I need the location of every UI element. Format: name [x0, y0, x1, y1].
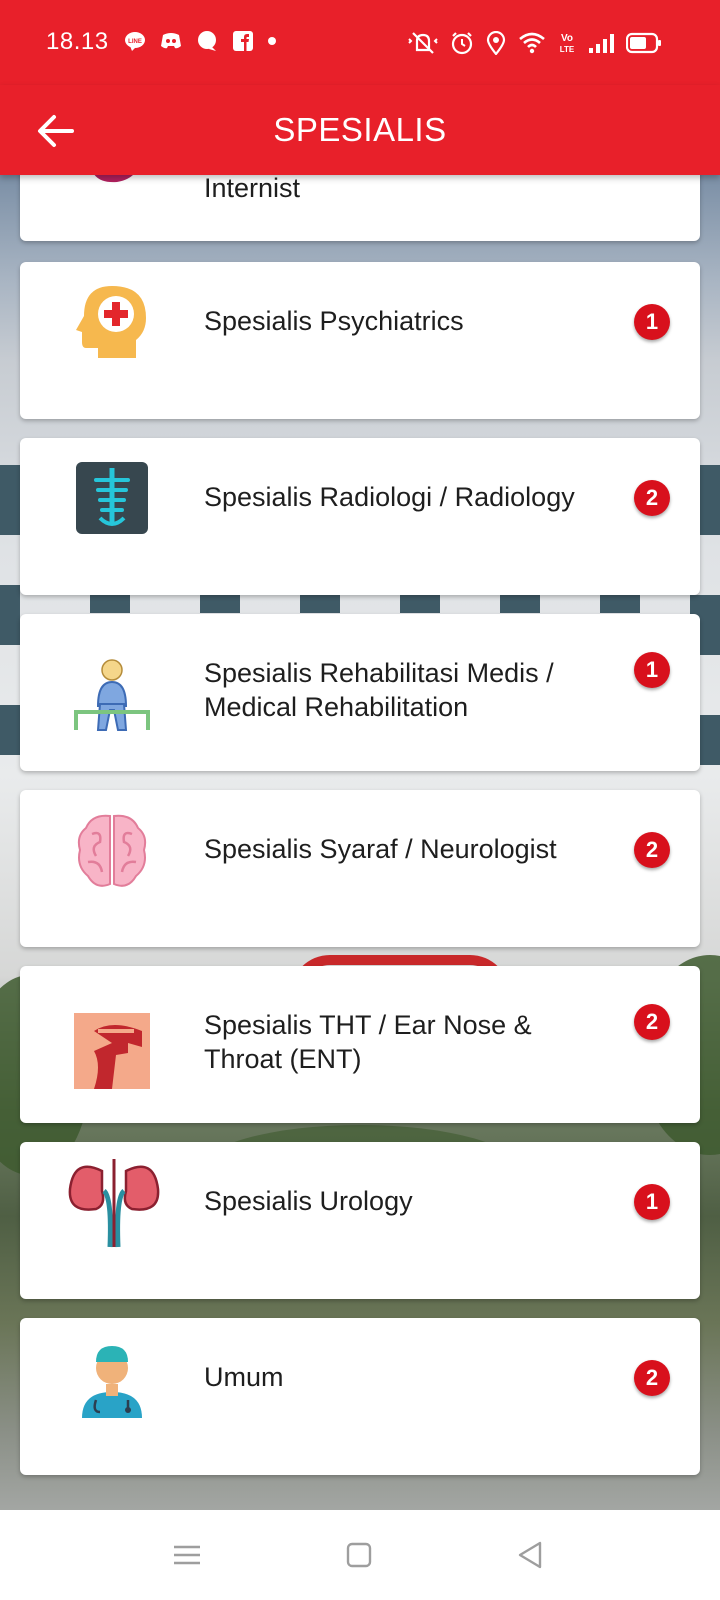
- specialist-label: Spesialis Psychiatrics: [204, 306, 464, 336]
- status-time: 18.13: [46, 28, 109, 55]
- volte-icon: VoLTE: [560, 33, 575, 54]
- home-square-icon[interactable]: [342, 1538, 376, 1572]
- silent-icon: [408, 32, 438, 54]
- app-bar: SPESIALIS: [0, 85, 720, 175]
- discord-icon: [160, 30, 182, 52]
- page-title: SPESIALIS: [273, 111, 447, 148]
- specialist-label: Spesialis Radiologi / Radiology: [204, 482, 575, 512]
- status-bar: 18.13 LINE Vo LTE: [0, 0, 720, 85]
- specialist-label: Spesialis Syaraf / Neurologist: [204, 834, 557, 864]
- specialist-label: Spesialis Urology: [204, 1186, 413, 1216]
- dot-icon: [268, 37, 276, 45]
- wifi-icon: [519, 32, 545, 54]
- specialist-card-ent[interactable]: Spesialis THT / Ear Nose & Throat (ENT) …: [20, 966, 700, 1123]
- specialist-card-neurologist[interactable]: Spesialis Syaraf / Neurologist 2: [20, 790, 700, 947]
- specialist-list[interactable]: Internist Spesialis Psychiatrics 1 Spesi…: [0, 175, 720, 1510]
- facebook-icon: [232, 30, 254, 52]
- specialist-card-radiology[interactable]: Spesialis Radiologi / Radiology 2: [20, 438, 700, 595]
- specialist-card-umum[interactable]: Umum 2: [20, 1318, 700, 1475]
- back-triangle-icon[interactable]: [514, 1538, 548, 1572]
- location-icon: [486, 31, 506, 55]
- person-sitting-icon: [72, 654, 152, 734]
- ent-icon: [72, 1011, 152, 1091]
- specialist-card-psychiatrics[interactable]: Spesialis Psychiatrics 1: [20, 262, 700, 419]
- alarm-icon: [451, 32, 473, 55]
- count-badge: 1: [634, 652, 670, 688]
- specialist-label: Umum: [204, 1362, 284, 1392]
- head-medical-icon: [72, 282, 152, 362]
- count-badge: 2: [634, 1004, 670, 1040]
- count-badge: 2: [634, 1360, 670, 1396]
- brain-icon: [72, 810, 152, 890]
- svg-text:LINE: LINE: [128, 39, 142, 45]
- specialist-card-internist[interactable]: Internist: [20, 175, 700, 241]
- system-navigation-bar: [0, 1510, 720, 1600]
- kidney-partial-icon: [72, 175, 152, 184]
- menu-icon[interactable]: [170, 1538, 204, 1572]
- kidneys-icon: [66, 1157, 162, 1249]
- count-badge: 2: [634, 832, 670, 868]
- chat-icon: [196, 30, 218, 52]
- specialist-label: Spesialis Rehabilitasi Medis / Medical R…: [204, 658, 554, 722]
- specialist-card-rehabilitation[interactable]: Spesialis Rehabilitasi Medis / Medical R…: [20, 614, 700, 771]
- xray-icon: [72, 458, 152, 538]
- count-badge: 1: [634, 304, 670, 340]
- count-badge: 1: [634, 1184, 670, 1220]
- svg-text:LTE: LTE: [560, 45, 575, 54]
- specialist-label: Spesialis THT / Ear Nose & Throat (ENT): [204, 1010, 532, 1074]
- specialist-card-urology[interactable]: Spesialis Urology 1: [20, 1142, 700, 1299]
- svg-text:Vo: Vo: [561, 33, 573, 44]
- signal-icon: [589, 34, 614, 53]
- count-badge: 2: [634, 480, 670, 516]
- battery-icon: [626, 32, 661, 54]
- doctor-icon: [72, 1338, 152, 1418]
- line-icon: LINE: [124, 30, 146, 52]
- specialist-label: Internist: [204, 175, 301, 203]
